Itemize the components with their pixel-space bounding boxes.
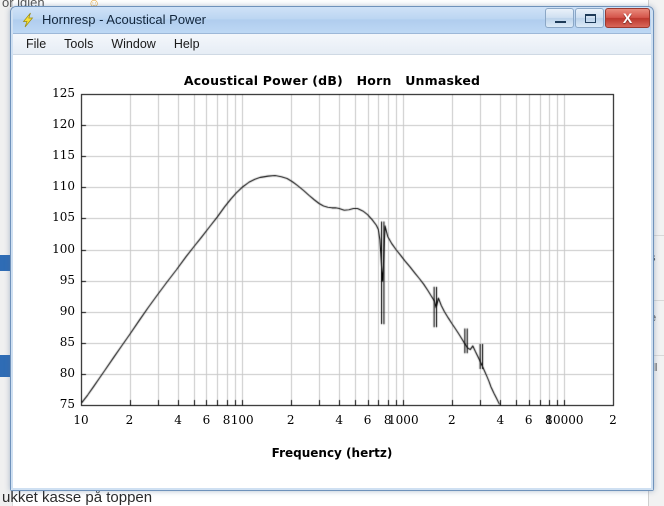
minimize-icon — [555, 21, 566, 23]
window-controls: X — [544, 8, 650, 29]
minimize-button[interactable] — [545, 8, 574, 28]
maximize-icon — [585, 14, 596, 23]
maximize-button[interactable] — [575, 8, 604, 28]
chart-title: Acoustical Power (dB) Horn Unmasked — [183, 73, 481, 88]
acoustical-power-chart — [11, 56, 651, 490]
close-icon: X — [622, 10, 633, 26]
window-title-bar[interactable]: Hornresp - Acoustical Power X — [11, 7, 653, 34]
menu-item-tools[interactable]: Tools — [55, 36, 102, 53]
x-axis-label: Frequency (hertz) — [271, 446, 393, 460]
menu-item-help[interactable]: Help — [165, 36, 209, 53]
menu-bar: File Tools Window Help — [11, 34, 653, 55]
close-button[interactable]: X — [605, 8, 650, 28]
hornresp-window: Hornresp - Acoustical Power X File Tools… — [10, 6, 654, 491]
window-title: Hornresp - Acoustical Power — [42, 12, 207, 27]
menu-item-file[interactable]: File — [17, 36, 55, 53]
lightning-bolt-icon — [20, 12, 36, 28]
menu-item-window[interactable]: Window — [102, 36, 164, 53]
background-bottom-text: ukket kasse på toppen — [2, 489, 153, 506]
chart-client-area: Acoustical Power (dB) Horn Unmasked Freq… — [11, 55, 653, 490]
